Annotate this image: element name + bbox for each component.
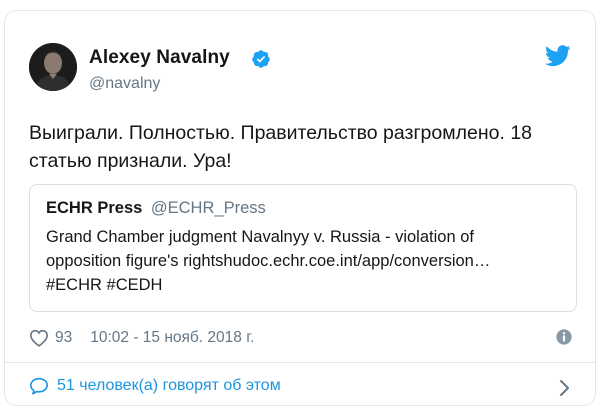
quoted-text: Grand Chamber judgment Navalnyy v. Russi… (46, 225, 566, 297)
verified-badge-icon (252, 50, 270, 68)
quoted-author-handle: @ECHR_Press (150, 199, 266, 217)
conversation-label: 51 человек(а) говорят об этом (57, 377, 281, 394)
chevron-right-icon[interactable] (557, 379, 571, 397)
twitter-bird-icon[interactable] (545, 45, 571, 67)
conversation-link[interactable]: 51 человек(а) говорят об этом (29, 377, 281, 395)
speech-bubble-icon (30, 377, 48, 395)
like-count[interactable]: 93 (55, 329, 72, 347)
tweet-text: Выиграли. Полностью. Правительство разгр… (29, 122, 533, 172)
tweet-card: Alexey Navalny @navalny Выиграли. Полнос… (4, 10, 596, 406)
quoted-header: ECHR Press @ECHR_Press (46, 199, 266, 218)
timestamp[interactable]: 10:02 - 15 нояб. 2018 г. (90, 329, 254, 347)
quoted-author-name: ECHR Press (46, 199, 143, 217)
tweet-meta: 93 10:02 - 15 нояб. 2018 г. (29, 327, 254, 349)
quoted-line: opposition figure's rightshudoc.echr.coe… (46, 252, 491, 270)
quoted-line: #ECHR #CEDH (46, 276, 163, 294)
quoted-line: Grand Chamber judgment Navalnyy v. Russi… (46, 228, 474, 246)
heart-icon[interactable] (29, 329, 49, 347)
divider (5, 362, 595, 363)
quoted-tweet[interactable]: ECHR Press @ECHR_Press Grand Chamber jud… (29, 184, 577, 312)
author-handle[interactable]: @navalny (89, 75, 160, 93)
avatar[interactable] (29, 43, 77, 91)
info-icon[interactable] (555, 328, 573, 346)
author-name[interactable]: Alexey Navalny (89, 47, 230, 69)
